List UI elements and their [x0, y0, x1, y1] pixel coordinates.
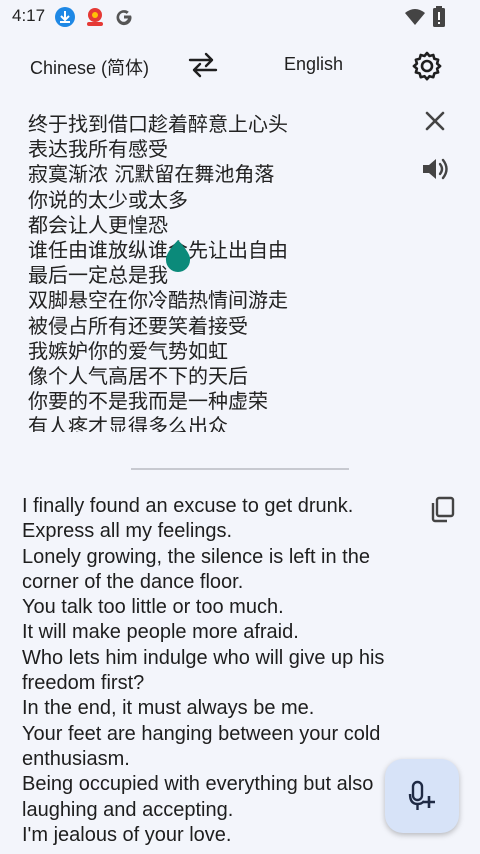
- translation-line: It will make people more afraid.: [22, 621, 299, 644]
- translation-line: Being occupied with everything but also: [22, 773, 374, 796]
- status-bar: 4:17: [0, 0, 480, 34]
- translation-line: freedom first?: [22, 672, 145, 695]
- translation-line: Express all my feelings.: [22, 520, 233, 543]
- source-line: 寂寞渐浓 沉默留在舞池角落: [28, 162, 275, 187]
- translation-line: I'm jealous of your love.: [22, 823, 232, 846]
- translation-line: I finally found an excuse to get drunk.: [22, 495, 354, 517]
- gear-icon: [412, 51, 442, 81]
- clear-text-button[interactable]: [420, 106, 450, 136]
- source-line: 都会让人更惶恐: [28, 212, 168, 237]
- wifi-icon: [404, 6, 426, 28]
- translation-line: In the end, it must always be me.: [22, 697, 315, 720]
- copy-translation-button[interactable]: [428, 494, 458, 524]
- listen-source-button[interactable]: [419, 153, 451, 185]
- target-language-selector[interactable]: English: [284, 54, 343, 75]
- translation-text-area: I finally found an excuse to get drunk. …: [22, 494, 402, 854]
- panel-divider[interactable]: [131, 468, 349, 470]
- translation-line: corner of the dance floor.: [22, 570, 244, 593]
- translation-line: You talk too little or too much.: [22, 596, 284, 619]
- source-line: 你说的太少或太多: [28, 187, 188, 212]
- download-icon: [54, 6, 76, 28]
- source-line: 终于找到借口趁着醉意上心头: [28, 112, 288, 136]
- microphone-add-icon: [408, 780, 435, 810]
- settings-button[interactable]: [410, 49, 444, 83]
- source-language-selector[interactable]: Chinese (简体): [30, 54, 149, 80]
- status-time: 4:17: [12, 6, 46, 25]
- source-line: 被侵占所有还要笑着接受: [28, 313, 248, 338]
- copy-icon: [431, 496, 455, 523]
- source-line: 我嫉妒你的爱气势如虹: [28, 338, 228, 363]
- battery-icon: [432, 6, 454, 28]
- translation-line: Who lets him indulge who will give up hi…: [22, 646, 385, 669]
- translation-line: Lonely growing, the silence is left in t…: [22, 545, 370, 568]
- text-cursor-handle[interactable]: [164, 238, 192, 272]
- source-line: 像个人气高居不下的天后: [28, 364, 248, 389]
- speaker-icon: [423, 158, 448, 180]
- translation-line: Your feet are hanging between your cold: [22, 722, 381, 745]
- close-icon: [425, 111, 445, 131]
- source-line: 表达我所有感受: [28, 137, 168, 162]
- source-line: 你要的不是我而是一种虚荣: [28, 389, 268, 414]
- source-line: 有人疼才显得多么出众: [28, 414, 228, 432]
- translation-line: laughing and accepting.: [22, 798, 234, 821]
- google-icon: [113, 6, 135, 28]
- app-notification-icon: [84, 6, 106, 28]
- source-line: 双脚悬空在你冷酷热情间游走: [28, 288, 288, 313]
- swap-languages-button[interactable]: [186, 51, 220, 79]
- swap-arrows-icon: [188, 52, 218, 78]
- translation-line: enthusiasm.: [22, 747, 130, 770]
- language-bar: Chinese (简体) English: [0, 40, 480, 90]
- transcribe-fab[interactable]: [385, 759, 459, 833]
